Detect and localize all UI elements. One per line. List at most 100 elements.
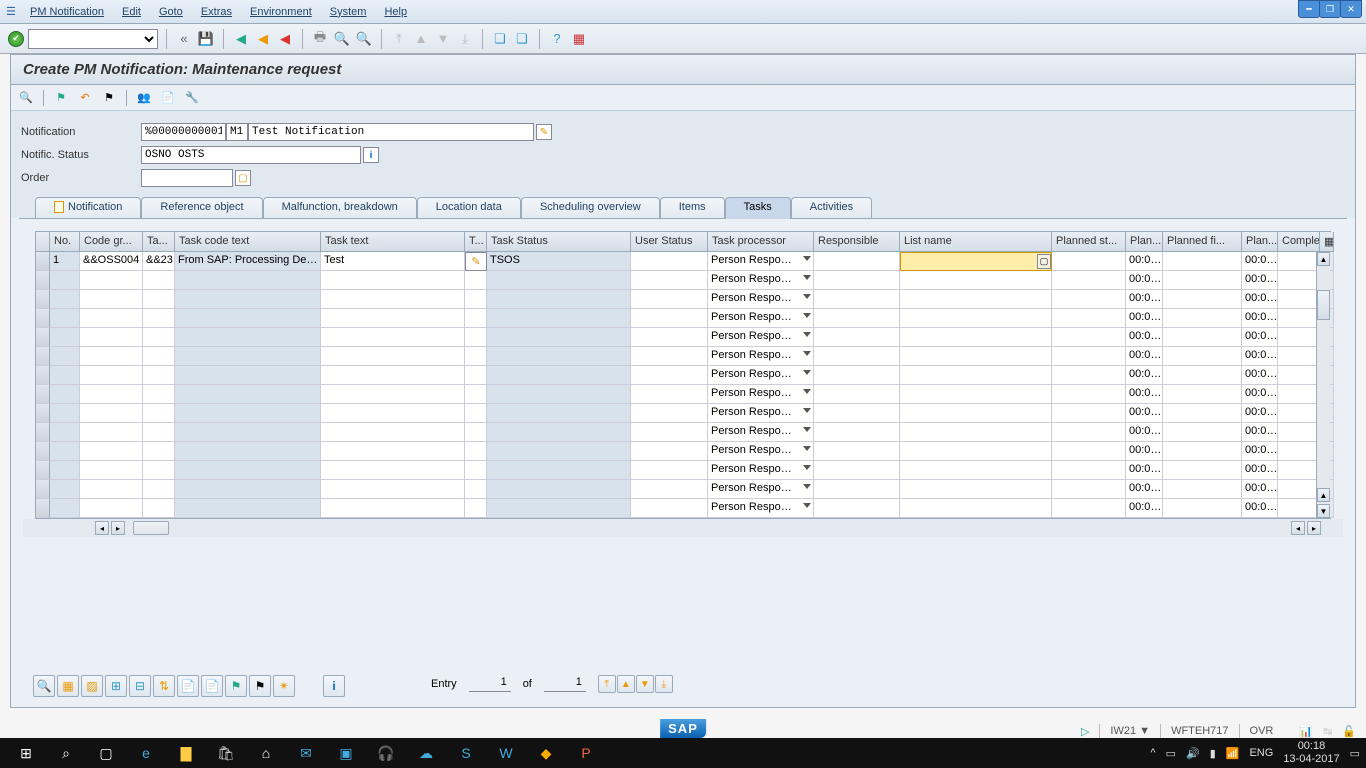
table-cell[interactable]: [1163, 404, 1242, 423]
table-cell[interactable]: [143, 309, 175, 328]
table-cell[interactable]: [175, 404, 321, 423]
table-cell[interactable]: 00:0…: [1126, 404, 1163, 423]
table-cell[interactable]: [900, 328, 1052, 347]
table-cell[interactable]: [1278, 347, 1320, 366]
table-cell[interactable]: [50, 442, 80, 461]
exit-icon[interactable]: ◀: [254, 30, 272, 48]
table-cell[interactable]: [1052, 328, 1126, 347]
table-cell[interactable]: [900, 442, 1052, 461]
table-cell[interactable]: [900, 480, 1052, 499]
table-cell[interactable]: [50, 290, 80, 309]
store-icon[interactable]: 🛍: [206, 738, 246, 768]
table-cell[interactable]: [487, 309, 631, 328]
table-cell[interactable]: [900, 423, 1052, 442]
taskview-icon[interactable]: ▢: [86, 738, 126, 768]
enter-icon[interactable]: ✔: [8, 31, 24, 47]
app-icon-2[interactable]: 🎧: [366, 738, 406, 768]
new-session-icon[interactable]: ❏: [491, 30, 509, 48]
col-header[interactable]: User Status: [631, 232, 708, 252]
table-cell[interactable]: [50, 271, 80, 290]
next-page-icon[interactable]: ▼: [434, 30, 452, 48]
table-cell[interactable]: [175, 461, 321, 480]
menu-extras[interactable]: Extras: [201, 6, 232, 18]
menu-help[interactable]: Help: [384, 6, 407, 18]
table-cell[interactable]: Person Respo…: [708, 385, 814, 404]
vertical-scrollbar[interactable]: ▲ ▲ ▼: [1316, 252, 1330, 518]
table-cell[interactable]: 00:0…: [1126, 461, 1163, 480]
classification-icon[interactable]: 📄: [201, 675, 223, 697]
table-cell[interactable]: [1052, 366, 1126, 385]
tray-wifi-icon[interactable]: 📶: [1226, 747, 1240, 760]
table-cell[interactable]: Person Respo…: [708, 404, 814, 423]
col-header[interactable]: List name: [900, 232, 1052, 252]
table-cell[interactable]: [465, 347, 487, 366]
refresh-icon[interactable]: 🔍: [17, 90, 35, 106]
table-cell[interactable]: [814, 271, 900, 290]
table-cell[interactable]: [175, 309, 321, 328]
table-cell[interactable]: [321, 309, 465, 328]
last-page-icon[interactable]: ⤓: [456, 30, 474, 48]
notification-text-input[interactable]: [248, 123, 534, 141]
table-cell[interactable]: [1278, 290, 1320, 309]
table-cell[interactable]: 00:0…: [1126, 271, 1163, 290]
long-text-icon[interactable]: 📄: [177, 675, 199, 697]
col-header[interactable]: Plan...: [1126, 232, 1163, 252]
table-cell[interactable]: [631, 309, 708, 328]
table-cell[interactable]: [487, 423, 631, 442]
table-cell[interactable]: [814, 290, 900, 309]
table-cell[interactable]: [487, 404, 631, 423]
table-cell[interactable]: [1163, 366, 1242, 385]
table-cell[interactable]: [900, 347, 1052, 366]
ppt-icon[interactable]: P: [566, 738, 606, 768]
first-page-icon[interactable]: ⤒: [390, 30, 408, 48]
search-icon[interactable]: ⌕: [46, 738, 86, 768]
tray-lang[interactable]: ENG: [1249, 747, 1273, 759]
row-selector[interactable]: [36, 347, 50, 366]
help-icon[interactable]: ?: [548, 30, 566, 48]
table-cell[interactable]: [631, 347, 708, 366]
table-cell[interactable]: 00:0…: [1242, 461, 1278, 480]
table-cell[interactable]: 00:0…: [1242, 290, 1278, 309]
table-cell[interactable]: 00:0…: [1126, 423, 1163, 442]
table-cell[interactable]: Test: [321, 252, 465, 271]
table-cell[interactable]: [631, 499, 708, 518]
table-cell[interactable]: 00:0…: [1242, 347, 1278, 366]
status-info-icon[interactable]: i: [363, 147, 379, 163]
notification-number-input[interactable]: [141, 123, 226, 141]
print-icon[interactable]: 🖶: [311, 30, 329, 48]
table-cell[interactable]: [1052, 252, 1126, 271]
table-cell[interactable]: 1: [50, 252, 80, 271]
table-cell[interactable]: Person Respo…: [708, 442, 814, 461]
table-cell[interactable]: [1278, 252, 1320, 271]
table-cell[interactable]: [1163, 385, 1242, 404]
table-cell[interactable]: 00:0…: [1242, 328, 1278, 347]
status-tcode[interactable]: IW21 ▼: [1110, 725, 1150, 737]
table-cell[interactable]: [631, 404, 708, 423]
table-cell[interactable]: [50, 461, 80, 480]
table-cell[interactable]: [465, 290, 487, 309]
word-icon[interactable]: W: [486, 738, 526, 768]
table-cell[interactable]: &&OSS004: [80, 252, 143, 271]
tab-items[interactable]: Items: [660, 197, 725, 219]
long-text-icon[interactable]: ✎: [536, 124, 552, 140]
menu-environment[interactable]: Environment: [250, 6, 312, 18]
table-cell[interactable]: [80, 499, 143, 518]
table-cell[interactable]: [80, 366, 143, 385]
onedrive-icon[interactable]: ☁: [406, 738, 446, 768]
tab-scheduling[interactable]: Scheduling overview: [521, 197, 660, 219]
skype-icon[interactable]: S: [446, 738, 486, 768]
table-cell[interactable]: [487, 328, 631, 347]
table-cell[interactable]: [321, 366, 465, 385]
table-cell[interactable]: [465, 480, 487, 499]
table-cell[interactable]: [631, 252, 708, 271]
table-cell[interactable]: 00:0…: [1242, 366, 1278, 385]
flag-complete-icon[interactable]: ⚑: [225, 675, 247, 697]
table-cell[interactable]: [1163, 461, 1242, 480]
undo-icon[interactable]: ↶: [76, 90, 94, 106]
tray-chevron-icon[interactable]: ^: [1150, 747, 1155, 759]
tray-clock[interactable]: 00:1813-04-2017: [1283, 740, 1339, 766]
table-cell[interactable]: [1052, 347, 1126, 366]
table-cell[interactable]: [465, 271, 487, 290]
row-selector[interactable]: [36, 290, 50, 309]
order-doc-icon[interactable]: ▢: [235, 170, 251, 186]
